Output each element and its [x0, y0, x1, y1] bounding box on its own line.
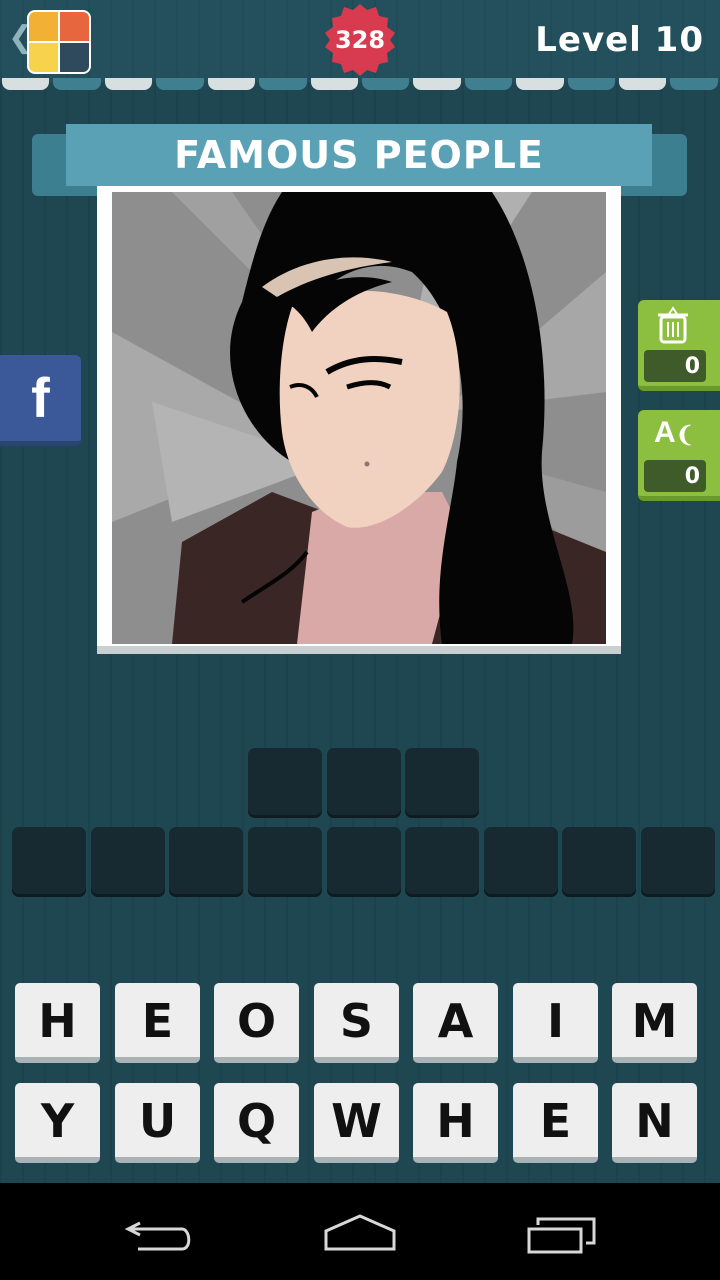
header-scallop-divider [0, 78, 720, 94]
home-nav-icon[interactable] [322, 1213, 398, 1253]
answer-slot[interactable] [641, 827, 715, 897]
reveal-letter-glyph: A [654, 416, 676, 449]
level-label: Level 10 [535, 20, 704, 60]
answer-slot[interactable] [562, 827, 636, 897]
category-banner: FAMOUS PEOPLE [66, 124, 652, 192]
answer-slot[interactable] [327, 748, 401, 818]
reveal-letter-hint-button[interactable]: A❨ 0 [638, 410, 720, 501]
answer-slot[interactable] [327, 827, 401, 897]
answer-slot[interactable] [405, 827, 479, 897]
facebook-share-button[interactable]: f [0, 355, 81, 446]
letter-key[interactable]: H [413, 1083, 498, 1163]
coins-count: 328 [334, 26, 386, 54]
letter-key[interactable]: M [612, 983, 697, 1063]
puzzle-picture-frame [97, 186, 621, 654]
recents-nav-icon[interactable] [526, 1215, 598, 1255]
coins-badge[interactable]: 328 [324, 4, 396, 76]
answer-slot[interactable] [12, 827, 86, 897]
letter-key[interactable]: S [314, 983, 399, 1063]
letter-key[interactable]: E [115, 983, 200, 1063]
answer-slot[interactable] [169, 827, 243, 897]
remove-letters-count: 0 [644, 350, 706, 382]
back-nav-icon[interactable] [124, 1215, 196, 1255]
system-navigation-bar [0, 1183, 720, 1280]
letter-key[interactable]: N [612, 1083, 697, 1163]
reveal-letter-count: 0 [644, 460, 706, 492]
letter-key[interactable]: H [15, 983, 100, 1063]
letter-key[interactable]: Q [214, 1083, 299, 1163]
remove-letters-hint-button[interactable]: 0 [638, 300, 720, 391]
reveal-letter-icon: A❨ [654, 416, 695, 449]
top-bar: ❮ 328 Level 10 [0, 0, 720, 82]
letter-key[interactable]: U [115, 1083, 200, 1163]
letter-key[interactable]: O [214, 983, 299, 1063]
letter-key[interactable]: E [513, 1083, 598, 1163]
answer-slot[interactable] [405, 748, 479, 818]
puzzle-illustration [112, 192, 606, 644]
letter-key[interactable]: W [314, 1083, 399, 1163]
facebook-icon: f [31, 366, 50, 429]
letter-key[interactable]: Y [15, 1083, 100, 1163]
answer-slot[interactable] [484, 827, 558, 897]
letter-key[interactable]: A [413, 983, 498, 1063]
answer-slot[interactable] [248, 827, 322, 897]
app-logo-icon[interactable] [27, 10, 91, 74]
trash-icon [658, 306, 688, 344]
answer-slot[interactable] [248, 748, 322, 818]
letter-key[interactable]: I [513, 983, 598, 1063]
answer-slot[interactable] [91, 827, 165, 897]
